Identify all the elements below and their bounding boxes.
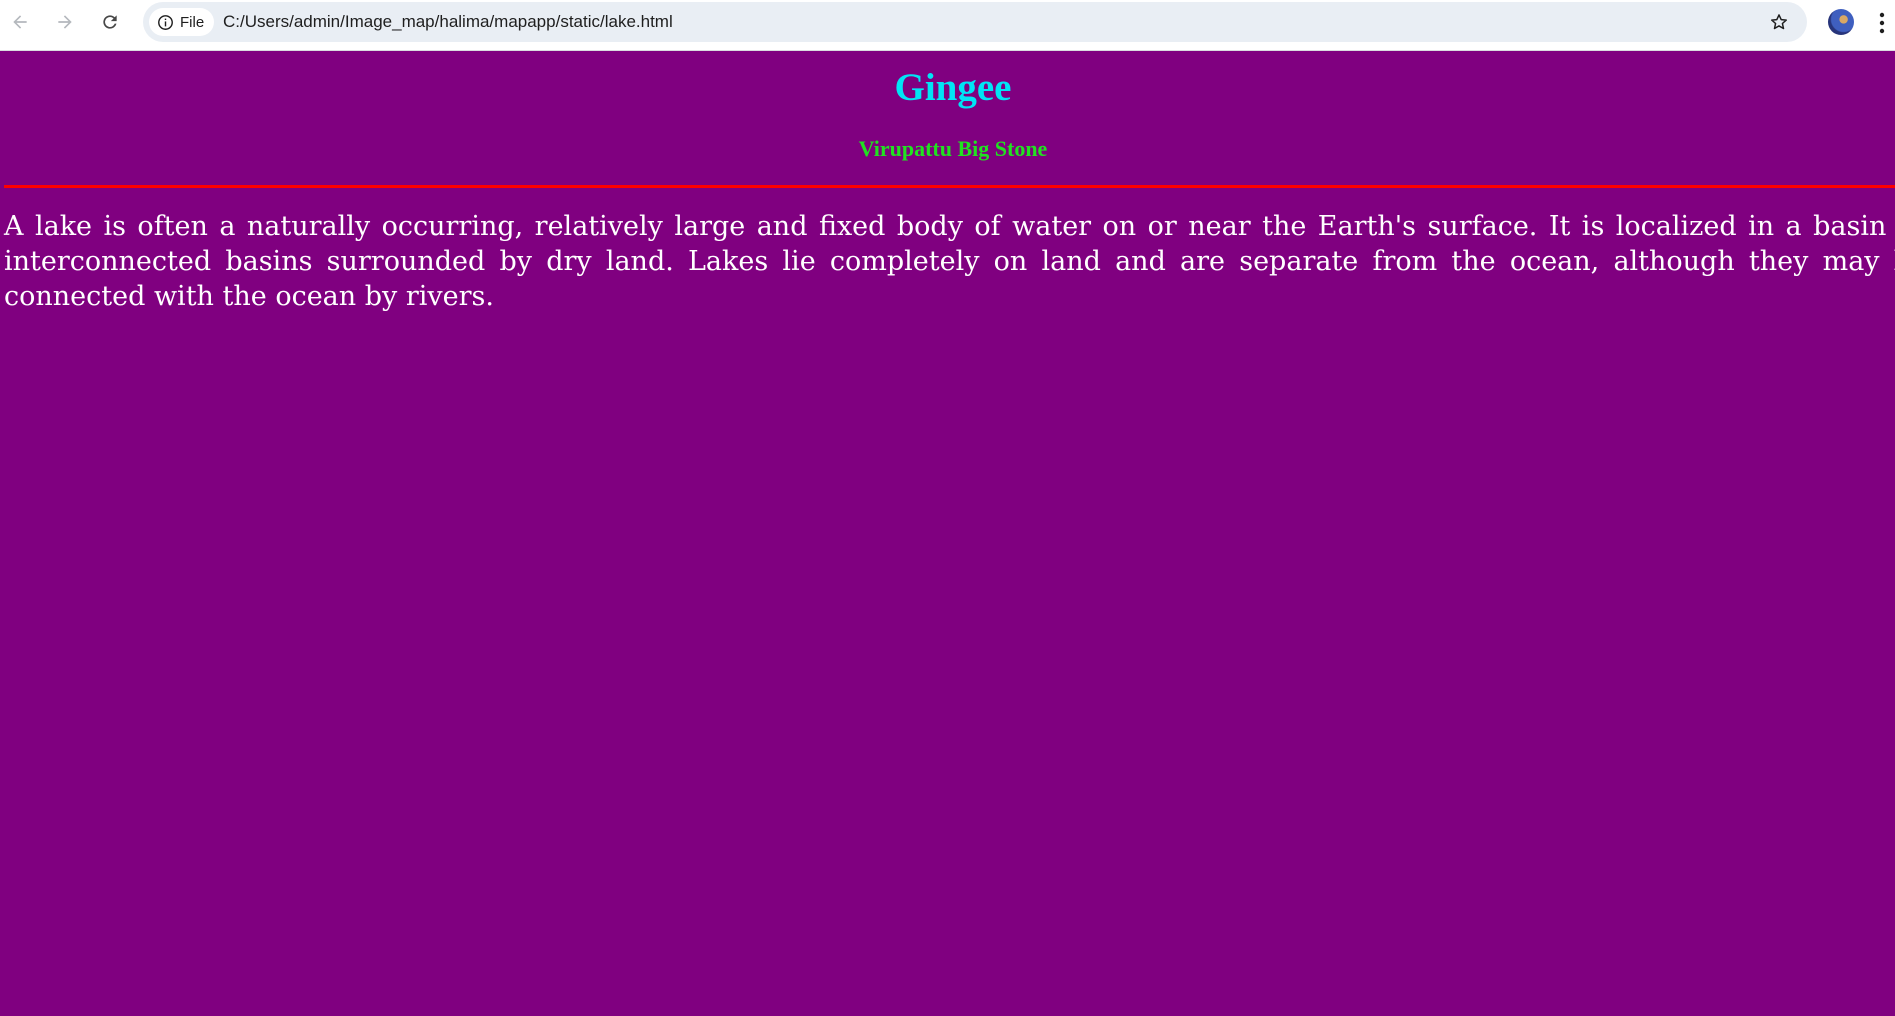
reload-button[interactable]: [94, 6, 126, 38]
star-icon: [1771, 14, 1787, 30]
info-icon: [158, 14, 173, 30]
reload-icon: [103, 15, 117, 29]
forward-button[interactable]: [49, 6, 81, 38]
more-vertical-icon: [1879, 12, 1885, 34]
address-bar[interactable]: File C:/Users/admin/Image_map/halima/map…: [143, 2, 1807, 42]
lake-description: A lake is often a naturally occurring, r…: [4, 211, 1895, 312]
bookmark-button[interactable]: [1765, 8, 1793, 36]
arrow-left-icon: [13, 15, 27, 29]
page-title: Gingee: [894, 66, 1012, 109]
profile-avatar[interactable]: [1828, 9, 1854, 35]
browser-menu-button[interactable]: [1875, 8, 1889, 38]
back-button[interactable]: [4, 6, 36, 38]
url-text[interactable]: C:/Users/admin/Image_map/halima/mapapp/s…: [223, 2, 673, 42]
site-info-chip[interactable]: File: [149, 8, 215, 36]
page-content: Gingee Virupattu Big Stone A lake is oft…: [0, 51, 1895, 1016]
arrow-right-icon: [58, 15, 72, 29]
horizontal-rule: [4, 185, 1895, 188]
site-chip-label: File: [180, 13, 205, 31]
browser-toolbar: File C:/Users/admin/Image_map/halima/map…: [0, 0, 1895, 51]
page-subtitle: Virupattu Big Stone: [858, 136, 1048, 161]
